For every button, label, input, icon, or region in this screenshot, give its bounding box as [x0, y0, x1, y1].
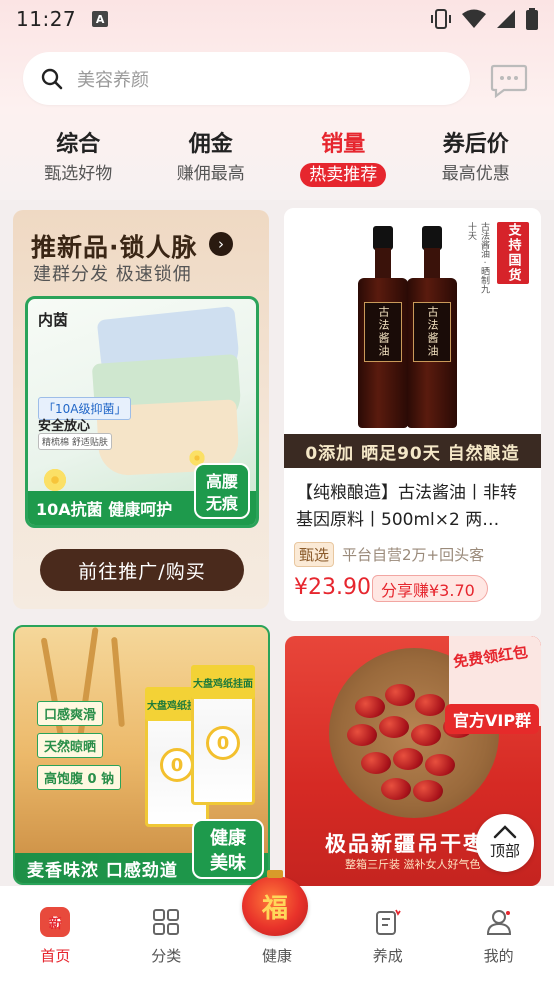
share-earn-button[interactable]: 分享赚¥3.70	[372, 575, 488, 602]
bottle-label: 古法酱油	[413, 302, 451, 362]
chevron-right-icon[interactable]: ›	[209, 232, 233, 256]
vibrate-icon	[431, 9, 451, 29]
bottle-neck	[424, 248, 440, 280]
tab-subtitle: 热卖推荐	[300, 163, 387, 187]
tab-subtitle: 最高优惠	[441, 164, 510, 184]
profile-icon	[486, 910, 511, 935]
promo-product-image[interactable]: 内茵 「10A级抑菌」 安全放心 精梳棉 舒适贴肤 10A抗菌 健康呵护 高腰 …	[25, 296, 259, 528]
tab-sales[interactable]: 销量 热卖推荐	[277, 130, 410, 192]
promo-card[interactable]: 推新品·锁人脉 › 建群分发 极速锁佣 内茵 「10A级抑菌」 安全放心 精梳棉…	[13, 210, 269, 609]
wheat-decoration	[111, 636, 125, 728]
safety-tag: 安全放心	[38, 419, 91, 434]
back-to-top-button[interactable]: 顶部	[476, 814, 534, 872]
bottle-neck	[375, 248, 391, 280]
product-badge: 健康 美味	[192, 819, 264, 879]
search-bar[interactable]: 美容养颜	[23, 52, 470, 105]
tab-title: 综合	[56, 132, 101, 157]
flower-decoration	[42, 467, 68, 493]
vip-group-tag[interactable]: 官方VIP群	[445, 704, 540, 734]
badge-line: 无痕	[205, 494, 238, 513]
product-meta: 甄选 平台自营2万+回头客	[294, 542, 484, 567]
back-to-top-label: 顶部	[489, 842, 520, 860]
product-image[interactable]: 古法酱油 古法酱油 古法酱油 · 晒制九十天 支持国货 0添加 晒足90天 自然…	[284, 208, 541, 468]
pick-badge: 甄选	[294, 542, 335, 567]
nav-profile[interactable]: 我的	[443, 886, 554, 984]
tab-subtitle: 赚佣最高	[176, 164, 245, 184]
battery-icon	[526, 8, 538, 30]
chevron-up-icon	[493, 825, 517, 839]
product-price: ¥23.90	[294, 575, 371, 600]
message-icon[interactable]	[490, 62, 528, 98]
product-title: 极品新疆吊干枣	[325, 832, 486, 856]
zero-mark: 0	[160, 748, 194, 782]
accessibility-notification-icon: A	[92, 11, 109, 27]
promo-subtitle: 建群分发 极速锁佣	[33, 264, 192, 285]
tab-title: 券后价	[442, 132, 509, 157]
signal-icon	[497, 10, 515, 28]
date-fruit	[355, 696, 385, 718]
nav-label: 健康	[261, 947, 292, 965]
product-card[interactable]: 口感爽滑 天然晾晒 高饱腹 0 钠 大盘鸡纸挂面 0 大盘鸡纸挂面 0 麦香味浓…	[13, 625, 270, 885]
date-fruit	[361, 752, 391, 774]
promote-buy-button[interactable]: 前往推广/购买	[40, 549, 244, 591]
tab-comprehensive[interactable]: 综合 甄选好物	[12, 130, 145, 192]
badge-line: 美味	[210, 853, 246, 874]
promo-badge: 高腰 无痕	[194, 463, 250, 519]
home-icon: 新	[40, 907, 71, 937]
bottle-cap	[373, 226, 393, 250]
feature-tag: 高饱腹 0 钠	[37, 765, 122, 790]
feature-tag: 天然晾晒	[37, 733, 104, 758]
nav-label: 分类	[151, 947, 182, 965]
badge-line: 健康	[210, 828, 246, 849]
date-fruit	[385, 684, 415, 706]
side-note: 古法酱油 · 晒制九十天	[466, 222, 489, 294]
bottle-label: 古法酱油	[364, 302, 402, 362]
nav-home[interactable]: 新 首页	[0, 886, 111, 984]
date-fruit	[425, 754, 455, 776]
date-fruit	[411, 724, 441, 746]
health-icon[interactable]: 福	[242, 870, 308, 936]
feature-tag: 口感爽滑	[37, 701, 104, 726]
date-fruit	[393, 748, 423, 770]
tab-title: 佣金	[188, 132, 233, 157]
grow-icon	[375, 909, 401, 935]
sort-tabs: 综合 甄选好物 佣金 赚佣最高 销量 热卖推荐 券后价 最高优惠	[12, 130, 542, 192]
tab-subtitle: 甄选好物	[44, 164, 113, 184]
status-bar: 11:27 A	[0, 0, 554, 38]
search-input[interactable]: 美容养颜	[77, 66, 149, 92]
tab-title: 销量	[321, 132, 366, 157]
date-fruit	[347, 724, 377, 746]
seller-info: 平台自营2万+回头客	[342, 546, 485, 564]
zero-mark: 0	[206, 726, 240, 760]
nav-label: 首页	[40, 947, 71, 965]
promo-strip-text: 10A抗菌 健康呵护	[36, 500, 173, 519]
material-tag: 精梳棉 舒适贴肤	[38, 433, 112, 450]
category-icon	[153, 909, 180, 935]
noodle-package: 大盘鸡纸挂面 0	[191, 665, 255, 805]
date-fruit	[413, 780, 443, 802]
brand-label: 内茵	[38, 311, 69, 329]
date-fruit	[379, 716, 409, 738]
date-fruit	[415, 694, 445, 716]
nav-grow[interactable]: 养成	[332, 886, 443, 984]
search-icon	[41, 68, 63, 89]
bottle-cap	[422, 226, 442, 250]
product-banner: 0添加 晒足90天 自然酿造	[284, 434, 541, 468]
status-time: 11:27	[16, 7, 77, 31]
nav-label: 我的	[483, 947, 514, 965]
date-fruit	[381, 778, 411, 800]
promo-title: 推新品·锁人脉	[31, 233, 198, 262]
wifi-icon	[462, 9, 486, 28]
country-tag: 支持国货	[497, 222, 529, 284]
product-title[interactable]: 【纯粮酿造】古法酱油丨非转基因原料丨500ml×2 两…	[296, 480, 532, 534]
package-label: 大盘鸡纸挂面	[191, 665, 255, 699]
nav-label: 养成	[372, 947, 403, 965]
nav-category[interactable]: 分类	[111, 886, 222, 984]
status-icons	[430, 8, 538, 30]
tab-price-after-coupon[interactable]: 券后价 最高优惠	[410, 130, 543, 192]
tab-commission[interactable]: 佣金 赚佣最高	[145, 130, 278, 192]
product-card[interactable]: 古法酱油 古法酱油 古法酱油 · 晒制九十天 支持国货 0添加 晒足90天 自然…	[284, 208, 541, 621]
product-subtitle: 整箱三斤装 滋补女人好气色	[345, 858, 481, 871]
badge-line: 高腰	[205, 472, 238, 491]
